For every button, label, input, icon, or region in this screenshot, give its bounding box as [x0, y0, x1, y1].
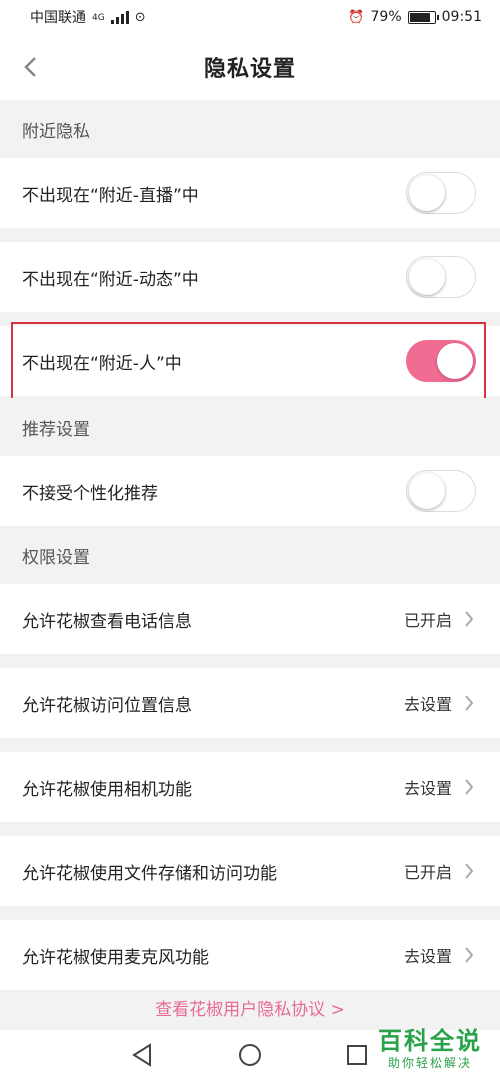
- carrier-name: 中国联通: [30, 10, 86, 26]
- signal-icon: [110, 10, 129, 24]
- toggle-knob: [409, 175, 445, 211]
- permission-status: 已开启: [403, 611, 452, 630]
- toggle-nearby-moments[interactable]: [406, 256, 476, 298]
- status-left: 中国联通 4G ⊙: [30, 7, 146, 27]
- row-label: 不出现在“附近-人”中: [22, 353, 182, 374]
- row-permission-camera[interactable]: 允许花椒使用相机功能 去设置: [0, 752, 500, 822]
- row-right: 去设置: [404, 691, 476, 715]
- row-label: 允许花椒使用麦克风功能: [22, 947, 209, 968]
- status-bar: 中国联通 4G ⊙ ⏰ 79% 09:51: [0, 0, 500, 34]
- row-permission-phone[interactable]: 允许花椒查看电话信息 已开启: [0, 584, 500, 654]
- chevron-right-icon: [462, 693, 476, 713]
- watermark-title: 百科全说: [378, 1026, 482, 1055]
- row-right: 已开启: [404, 859, 476, 883]
- row-label: 允许花椒使用相机功能: [22, 779, 192, 800]
- watermark-subtitle: 助你轻松解决: [387, 1055, 472, 1070]
- toggle-personalized-recommend[interactable]: [406, 470, 476, 512]
- row-personalized-recommend: 不接受个性化推荐: [0, 456, 500, 526]
- row-permission-storage[interactable]: 允许花椒使用文件存储和访问功能 已开启: [0, 836, 500, 906]
- nav-bar: 隐私设置: [0, 34, 500, 100]
- chevron-right-icon: [462, 609, 476, 629]
- toggle-knob: [409, 473, 445, 509]
- battery-percent: 79%: [370, 9, 402, 25]
- row-nearby-live: 不出现在“附近-直播”中: [0, 158, 500, 228]
- row-label: 允许花椒访问位置信息: [22, 695, 192, 716]
- network-type: 4G: [92, 13, 105, 23]
- privacy-policy-link[interactable]: 查看花椒用户隐私协议 >: [0, 990, 500, 1024]
- row-permission-location[interactable]: 允许花椒访问位置信息 去设置: [0, 668, 500, 738]
- toggle-knob: [409, 259, 445, 295]
- permission-status: 去设置: [403, 947, 452, 966]
- chevron-right-icon: [462, 861, 476, 881]
- row-label: 不出现在“附近-直播”中: [22, 185, 199, 206]
- alarm-icon: ⏰: [348, 9, 365, 25]
- row-right: 去设置: [404, 775, 476, 799]
- page-title: 隐私设置: [203, 57, 296, 82]
- permission-status: 去设置: [403, 779, 452, 798]
- watermark-logo: 百科全说 助你轻松解决: [370, 1021, 490, 1077]
- row-label: 允许花椒查看电话信息: [22, 611, 192, 632]
- row-nearby-moments: 不出现在“附近-动态”中: [0, 242, 500, 312]
- permission-status: 已开启: [403, 863, 452, 882]
- back-triangle-icon[interactable]: [130, 1042, 156, 1068]
- row-label: 不出现在“附近-动态”中: [22, 269, 199, 290]
- chevron-right-icon: [462, 945, 476, 965]
- section-nearby: 附近隐私: [0, 100, 500, 158]
- row-right: 已开启: [404, 607, 476, 631]
- permission-status: 去设置: [403, 695, 452, 714]
- row-permission-microphone[interactable]: 允许花椒使用麦克风功能 去设置: [0, 920, 500, 990]
- back-icon[interactable]: [14, 50, 46, 84]
- row-label: 不接受个性化推荐: [22, 483, 158, 504]
- status-right: ⏰ 79% 09:51: [348, 9, 482, 25]
- toggle-knob: [437, 343, 473, 379]
- section-permissions: 权限设置: [0, 526, 500, 584]
- chevron-right-icon: [462, 777, 476, 797]
- home-circle-icon[interactable]: [237, 1042, 263, 1068]
- recents-square-icon[interactable]: [344, 1042, 370, 1068]
- row-nearby-people: 不出现在“附近-人”中: [0, 326, 500, 396]
- toggle-nearby-people[interactable]: [406, 340, 476, 382]
- row-right: 去设置: [404, 943, 476, 967]
- section-recommend: 推荐设置: [0, 398, 500, 456]
- toggle-nearby-live[interactable]: [406, 172, 476, 214]
- row-label: 允许花椒使用文件存储和访问功能: [22, 863, 277, 884]
- clock: 09:51: [441, 9, 482, 25]
- sync-icon: ⊙: [134, 9, 146, 25]
- battery-icon: [407, 10, 439, 24]
